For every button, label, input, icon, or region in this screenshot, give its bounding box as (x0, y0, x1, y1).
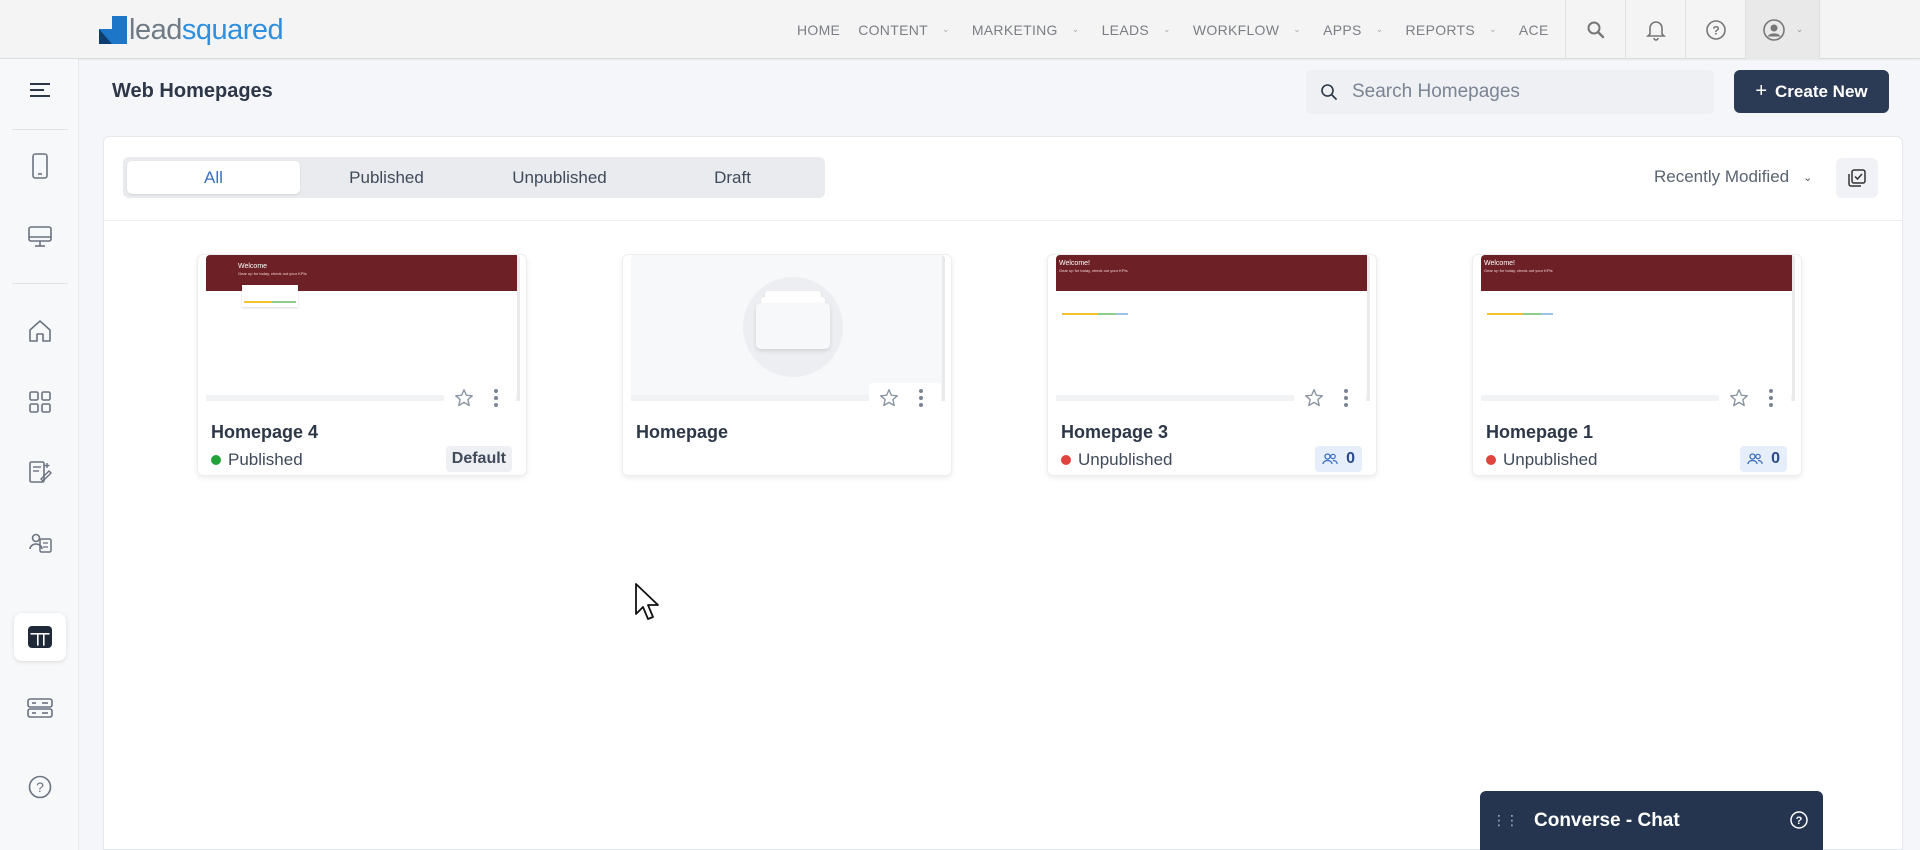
homepage-thumbnail[interactable]: Welcome! Gear up for today, check out yo… (1056, 255, 1370, 401)
svg-text:?: ? (1712, 23, 1719, 37)
nav-item-content[interactable]: CONTENT ⌄ (849, 0, 963, 59)
chevron-down-icon: ⌄ (941, 24, 950, 34)
more-vertical-icon[interactable] (905, 388, 937, 408)
status-filter-tabs: All Published Unpublished Draft (123, 157, 825, 198)
plus-icon: + (1755, 80, 1768, 102)
top-navbar: leadsquared HOME CONTENT ⌄ MARKETING ⌄ LEA… (0, 0, 1920, 59)
status-label: Unpublished (1486, 450, 1598, 470)
status-dot (1061, 455, 1071, 465)
user-count-badge[interactable]: 0 (1740, 446, 1787, 472)
landing-pages-icon[interactable] (14, 519, 66, 567)
nav-icon-group: ? ⌄ (1565, 0, 1820, 59)
help-icon[interactable]: ? (1685, 0, 1745, 59)
chat-label: Converse - Chat (1534, 809, 1680, 831)
help-icon[interactable]: ? (14, 763, 66, 811)
mobile-icon[interactable] (14, 142, 66, 190)
card-title[interactable]: Homepage (636, 422, 728, 443)
chevron-down-icon: ⌄ (1071, 24, 1080, 34)
sort-dropdown[interactable]: Recently Modified ⌄ (1654, 167, 1812, 187)
empty-archive-icon (743, 277, 843, 377)
leadsquared-logo[interactable]: leadsquared (99, 14, 284, 46)
search-input[interactable] (1352, 81, 1692, 103)
homepages-panel: All Published Unpublished Draft Recently… (103, 136, 1903, 850)
users-icon (1322, 453, 1338, 465)
star-icon[interactable] (873, 387, 905, 409)
card-actions (1719, 383, 1791, 413)
homepage-card[interactable]: Welcome Gear up for today, check out you… (197, 254, 527, 476)
bell-icon[interactable] (1625, 0, 1685, 59)
forms-icon[interactable] (14, 448, 66, 496)
help-icon[interactable]: ? (1789, 810, 1809, 835)
status-dot (1486, 455, 1496, 465)
card-title[interactable]: Homepage 3 (1061, 422, 1168, 443)
nav-item-leads[interactable]: LEADS ⌄ (1093, 0, 1184, 59)
homepage-thumbnail[interactable] (631, 255, 945, 401)
homepage-card[interactable]: Welcome! Gear up for today, check out yo… (1472, 254, 1802, 476)
server-icon[interactable] (14, 684, 66, 732)
create-new-button[interactable]: + Create New (1734, 70, 1889, 113)
nav-item-home[interactable]: HOME (788, 0, 849, 59)
card-actions (869, 383, 941, 413)
chevron-down-icon: ⌄ (1803, 171, 1813, 184)
chevron-down-icon: ⌄ (1163, 24, 1171, 34)
nav-item-reports[interactable]: REPORTS ⌄ (1397, 0, 1510, 59)
card-title[interactable]: Homepage 4 (211, 422, 318, 443)
left-sidebar: ? (0, 59, 79, 850)
home-icon[interactable] (14, 307, 66, 355)
svg-text:?: ? (1796, 815, 1803, 827)
page-title: Web Homepages (112, 80, 273, 102)
converse-chat-widget[interactable]: ⋮⋮ Converse - Chat ? (1480, 791, 1823, 850)
status-dot (211, 455, 221, 465)
default-badge: Default (445, 446, 512, 472)
homepage-thumbnail[interactable]: Welcome Gear up for today, check out you… (206, 255, 520, 401)
more-vertical-icon[interactable] (480, 388, 512, 408)
card-actions (1294, 383, 1366, 413)
drag-handle-icon[interactable]: ⋮⋮ (1492, 812, 1519, 829)
nav-item-marketing[interactable]: MARKETING ⌄ (963, 0, 1093, 59)
hamburger-menu-icon[interactable] (14, 66, 66, 114)
nav-item-workflow[interactable]: WORKFLOW ⌄ (1184, 0, 1314, 59)
bulk-select-button[interactable] (1836, 158, 1878, 198)
search-icon[interactable] (1565, 0, 1625, 59)
search-icon (1321, 84, 1337, 100)
homepage-thumbnail[interactable]: Welcome! Gear up for today, check out yo… (1481, 255, 1795, 401)
logo-text: leadsquared (129, 14, 284, 46)
mouse-cursor-icon (634, 582, 664, 629)
main-nav: HOME CONTENT ⌄ MARKETING ⌄ LEADS ⌄ WORKFLOW… (788, 0, 1558, 59)
logo-mark-icon (99, 16, 127, 44)
nav-item-ace[interactable]: ACE (1510, 0, 1558, 59)
tab-draft[interactable]: Draft (646, 161, 819, 194)
users-icon (1747, 453, 1763, 465)
chevron-down-icon: ⌄ (1489, 24, 1497, 34)
star-icon[interactable] (1298, 387, 1330, 409)
grid-icon[interactable] (14, 378, 66, 426)
status-label: Published (211, 450, 303, 470)
tab-published[interactable]: Published (300, 161, 473, 194)
card-actions (444, 383, 516, 413)
star-icon[interactable] (448, 387, 480, 409)
homepage-card[interactable]: Welcome! Gear up for today, check out yo… (1047, 254, 1377, 476)
nav-item-apps[interactable]: APPS ⌄ (1314, 0, 1396, 59)
desktop-icon[interactable] (14, 213, 66, 261)
tab-all[interactable]: All (127, 161, 300, 194)
user-count-badge[interactable]: 0 (1315, 446, 1362, 472)
user-profile-icon[interactable]: ⌄ (1745, 0, 1820, 59)
star-icon[interactable] (1723, 387, 1755, 409)
more-vertical-icon[interactable] (1755, 388, 1787, 408)
search-box[interactable] (1306, 70, 1714, 114)
chevron-down-icon: ⌄ (1795, 24, 1804, 34)
chevron-down-icon: ⌄ (1375, 24, 1384, 34)
card-title[interactable]: Homepage 1 (1486, 422, 1593, 443)
homepage-card[interactable]: Homepage (622, 254, 952, 476)
more-vertical-icon[interactable] (1330, 388, 1362, 408)
tab-unpublished[interactable]: Unpublished (473, 161, 646, 194)
svg-text:?: ? (36, 779, 44, 795)
chevron-down-icon: ⌄ (1293, 24, 1302, 34)
web-homepages-icon[interactable] (14, 613, 66, 661)
multi-select-icon (1848, 169, 1866, 187)
status-label: Unpublished (1061, 450, 1173, 470)
